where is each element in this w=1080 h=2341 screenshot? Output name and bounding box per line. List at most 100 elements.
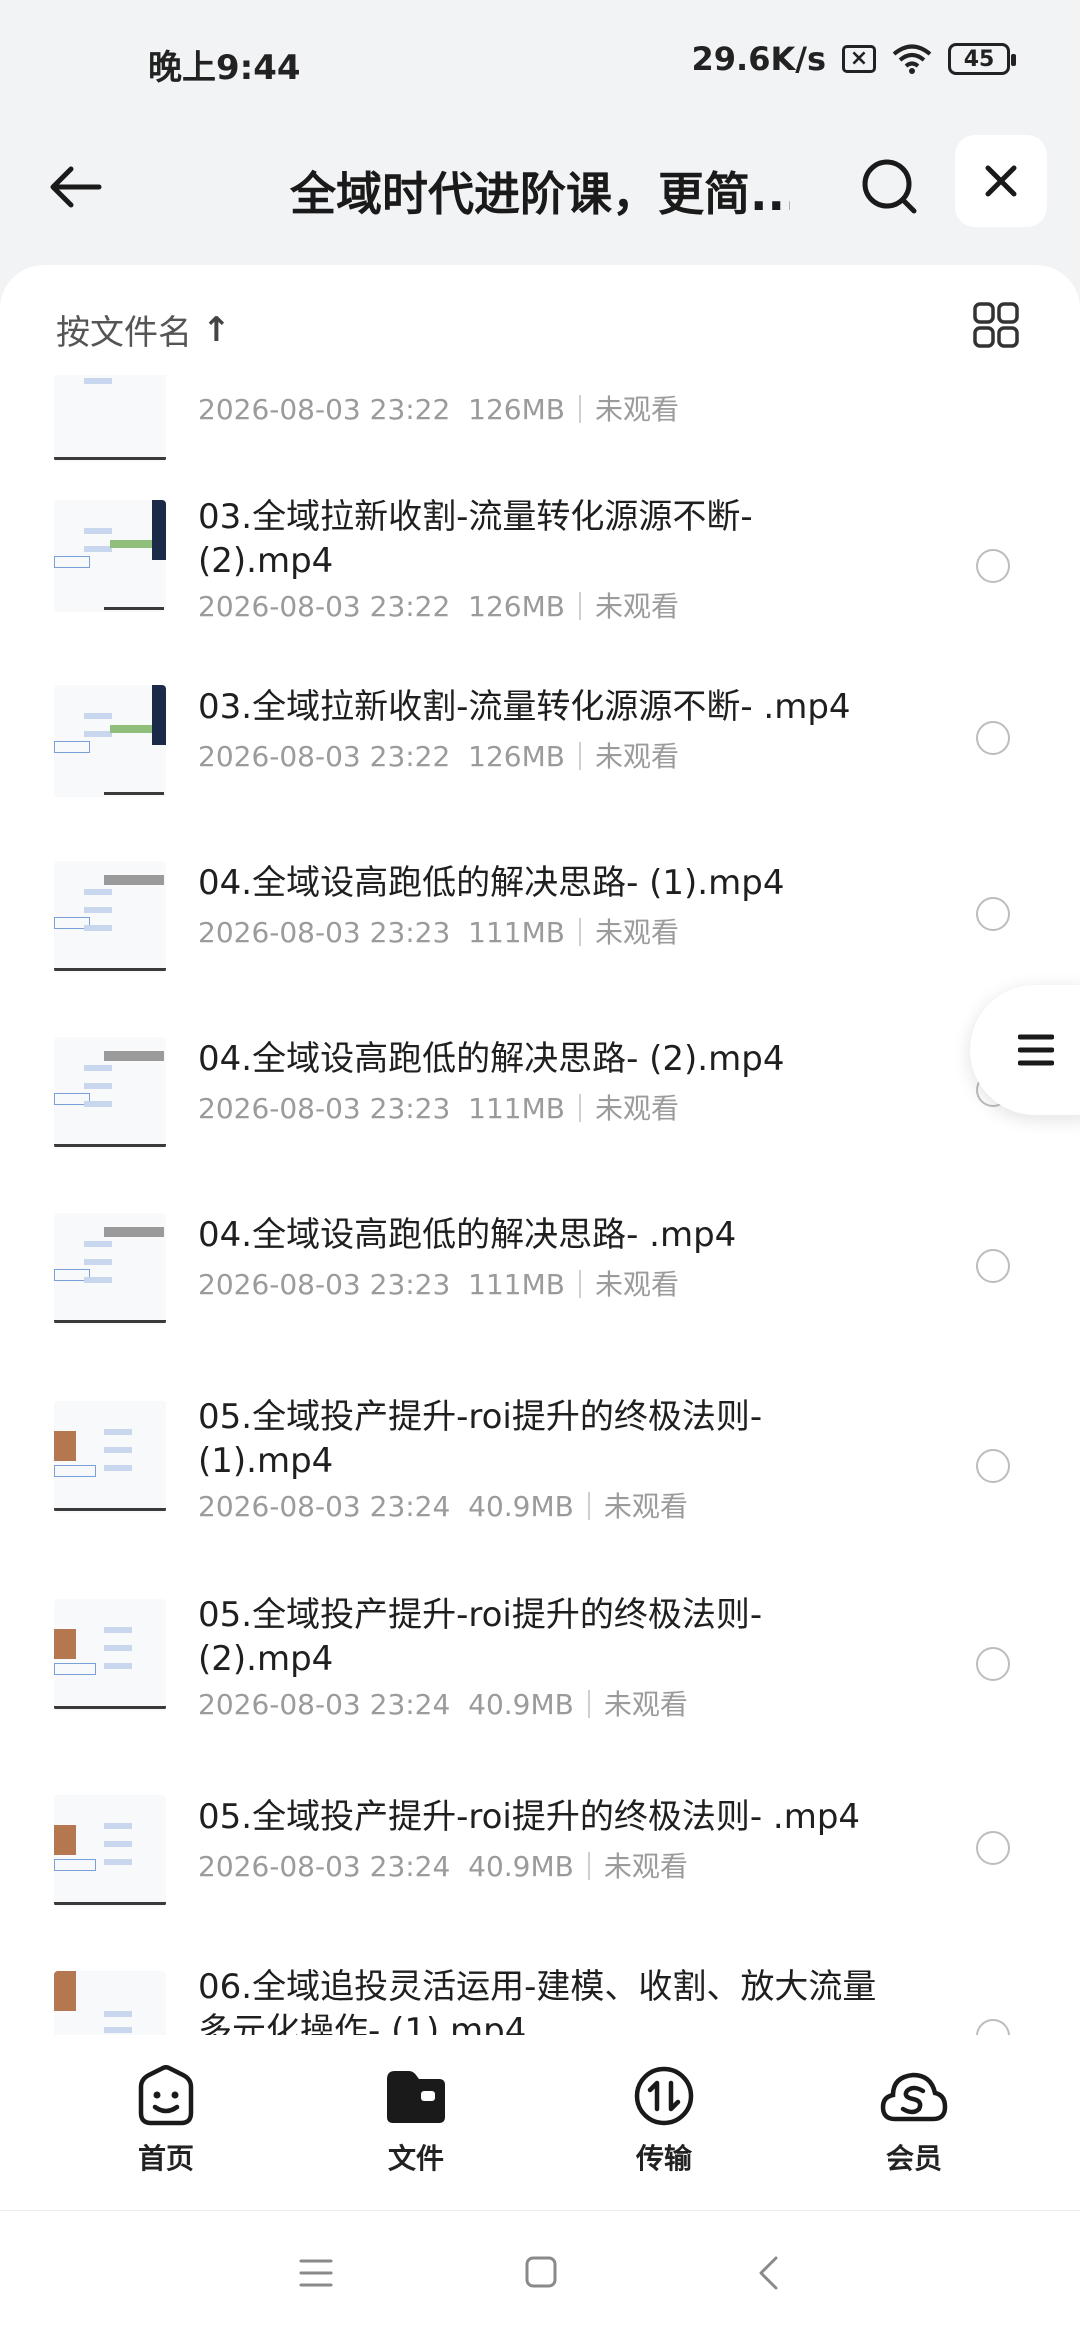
video-thumbnail [54,500,166,612]
back-button[interactable] [40,152,110,222]
nav-files-label: 文件 [387,2142,444,2175]
file-name: 03.全域拉新收割-流量转化源源不断- (2).mp4 [198,497,753,581]
select-radio[interactable] [976,1249,1010,1283]
search-button[interactable] [855,152,925,222]
back-arrow-icon [50,166,102,208]
meta-divider [587,1492,590,1520]
video-thumbnail [54,861,166,973]
file-meta: 2026-08-03 23:22 126MB 未观看 [198,735,679,775]
file-size: 111MB [468,916,565,949]
meta-divider [578,592,581,620]
select-radio[interactable] [976,721,1010,755]
watch-status: 未观看 [594,393,679,426]
video-thumbnail [54,1795,166,1907]
status-time: 晚上9:44 [148,48,301,88]
file-date: 2026-08-03 23:24 [198,1490,451,1523]
file-name: 04.全域设高跑低的解决思路- (1).mp4 [198,863,785,903]
video-thumbnail [54,1401,166,1513]
home-square-icon[interactable] [524,2255,558,2289]
close-icon [985,165,1017,197]
file-date: 2026-08-03 23:22 [198,393,451,426]
top-header: 全域时代进阶课，更简... [0,130,1080,270]
file-size: 40.9MB [468,1688,574,1721]
page-title: 全域时代进阶课，更简... [290,167,790,221]
back-chevron-icon[interactable] [756,2255,780,2291]
file-meta: 2026-08-03 23:22 126MB 未观看 [198,585,679,625]
file-size: 111MB [468,1268,565,1301]
file-meta: 2026-08-03 23:24 40.9MB 未观看 [198,1683,688,1723]
list-item[interactable]: 04.全域设高跑低的解决思路- (1).mp4 2026-08-03 23:23… [0,861,1080,1021]
watch-status: 未观看 [603,1688,688,1721]
menu-icon [1018,1034,1054,1066]
file-name: 06.全域追投灵活运用-建模、收割、放大流量多元化操作- (1).mp4 [198,1967,877,2035]
status-bar: 晚上9:44 29.6K/s × 45 [0,0,1080,130]
home-face-icon [138,2065,194,2126]
select-radio[interactable] [976,1449,1010,1483]
meta-divider [578,918,581,946]
select-radio[interactable] [976,1831,1010,1865]
watch-status: 未观看 [594,740,679,773]
bottom-navigation: 首页 文件 传输 会员 [0,2035,1080,2210]
system-navigation-bar [0,2210,1080,2341]
file-meta: 2026-08-03 23:24 40.9MB 未观看 [198,1485,688,1525]
file-size: 126MB [468,740,565,773]
watch-status: 未观看 [594,916,679,949]
file-name: 05.全域投产提升-roi提升的终极法则- .mp4 [198,1797,861,1837]
file-meta: 2026-08-03 23:23 111MB 未观看 [198,1087,679,1127]
meta-divider [578,742,581,770]
nav-vip[interactable]: 会员 [844,2065,984,2177]
watch-status: 未观看 [603,1490,688,1523]
wifi-icon [892,44,932,74]
vip-cloud-icon [880,2072,948,2122]
list-item[interactable]: 03.全域拉新收割-流量转化源源不断- (2).mp4 2026-08-03 2… [0,495,1080,655]
file-name: 05.全域投产提升-roi提升的终极法则- (2).mp4 [198,1595,763,1679]
select-radio[interactable] [976,897,1010,931]
recent-apps-icon[interactable] [298,2257,334,2289]
nav-files[interactable]: 文件 [346,2065,486,2177]
list-item[interactable]: 06.全域追投灵活运用-建模、收割、放大流量多元化操作- (1).mp4 [0,1965,1080,2035]
file-list-panel: 2026-08-03 23:22 126MB 未观看 03.全域拉新收割-流量转化… [0,265,1080,2035]
file-size: 126MB [468,590,565,623]
grid-view-icon[interactable] [972,301,1020,349]
video-thumbnail [54,1599,166,1711]
select-radio[interactable] [976,549,1010,583]
sim-off-icon: × [842,45,876,73]
select-radio[interactable] [976,1647,1010,1681]
file-meta: 2026-08-03 23:23 111MB 未观看 [198,1263,679,1303]
transfer-icon [634,2066,694,2126]
list-item[interactable]: 05.全域投产提升-roi提升的终极法则- (2).mp4 2026-08-03… [0,1593,1080,1753]
video-thumbnail [54,685,166,797]
folder-icon [387,2071,445,2123]
list-item[interactable]: 05.全域投产提升-roi提升的终极法则- .mp4 2026-08-03 23… [0,1795,1080,1955]
list-item[interactable]: 04.全域设高跑低的解决思路- .mp4 2026-08-03 23:23 11… [0,1213,1080,1373]
list-item[interactable]: 05.全域投产提升-roi提升的终极法则- (1).mp4 2026-08-03… [0,1395,1080,1555]
watch-status: 未观看 [603,1850,688,1883]
meta-divider [578,1270,581,1298]
list-item[interactable]: 04.全域设高跑低的解决思路- (2).mp4 2026-08-03 23:23… [0,1037,1080,1197]
meta-divider [578,395,581,423]
nav-home[interactable]: 首页 [96,2065,236,2177]
nav-transfer-label: 传输 [635,2142,692,2175]
sort-by-filename-button[interactable]: 按文件名 ↑ [56,305,231,354]
file-size: 111MB [468,1092,565,1125]
meta-divider [587,1690,590,1718]
search-icon [862,159,917,214]
battery-level: 45 [963,46,995,72]
file-meta: 2026-08-03 23:22 126MB 未观看 [198,388,679,428]
meta-divider [587,1852,590,1880]
file-date: 2026-08-03 23:22 [198,740,451,773]
nav-home-label: 首页 [137,2142,194,2175]
nav-vip-label: 会员 [885,2142,942,2175]
video-thumbnail [54,1213,166,1325]
file-name: 04.全域设高跑低的解决思路- .mp4 [198,1215,737,1255]
sort-bar: 按文件名 ↑ [0,265,1080,375]
list-item[interactable]: 03.全域拉新收割-流量转化源源不断- .mp4 2026-08-03 23:2… [0,685,1080,845]
watch-status: 未观看 [594,1268,679,1301]
watch-status: 未观看 [594,1092,679,1125]
select-radio[interactable] [976,2019,1010,2035]
nav-transfer[interactable]: 传输 [594,2065,734,2177]
status-right: 29.6K/s × 45 [692,40,1016,78]
close-button[interactable] [955,135,1047,227]
file-size: 126MB [468,393,565,426]
meta-divider [578,1094,581,1122]
